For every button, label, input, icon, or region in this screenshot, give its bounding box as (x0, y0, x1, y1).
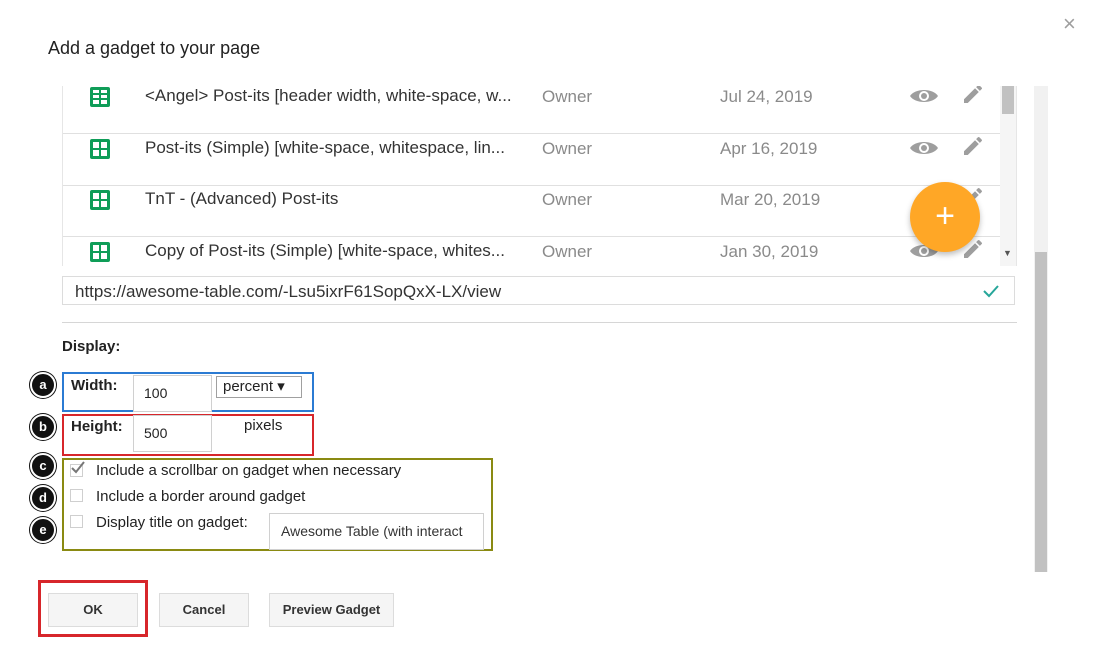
sheets-icon (90, 139, 110, 159)
file-name: Copy of Post-its (Simple) [white-space, … (145, 241, 505, 260)
callout-badge-e: e (30, 517, 56, 543)
file-date: Apr 16, 2019 (720, 139, 818, 158)
add-fab-button[interactable]: + (910, 182, 980, 252)
width-input[interactable]: 100 (133, 375, 212, 412)
file-row[interactable]: TnT - (Advanced) Post-its Owner Mar 20, … (63, 185, 1000, 237)
gadget-title-input[interactable]: Awesome Table (with interact (269, 513, 484, 550)
dialog-title: Add a gadget to your page (48, 38, 261, 58)
scrollbar-checkbox[interactable] (70, 461, 85, 477)
display-title-checkbox[interactable] (70, 515, 83, 528)
close-icon[interactable]: × (1063, 12, 1076, 36)
file-name: TnT - (Advanced) Post-its (145, 189, 339, 208)
file-name: <Angel> Post-its [header width, white-sp… (145, 86, 512, 105)
plus-icon: + (935, 197, 955, 235)
width-unit-select[interactable]: percent ▾ (216, 376, 302, 398)
height-unit-label: pixels (244, 417, 283, 434)
file-owner: Owner (542, 242, 593, 261)
file-name: Post-its (Simple) [white-space, whitespa… (145, 138, 505, 157)
sheets-icon (90, 242, 110, 262)
file-date: Jan 30, 2019 (720, 242, 819, 261)
height-input[interactable]: 500 (133, 415, 212, 452)
dialog-scrollbar-thumb[interactable] (1035, 252, 1047, 572)
file-row[interactable]: <Angel> Post-its [header width, white-sp… (63, 86, 1000, 134)
file-row[interactable]: Copy of Post-its (Simple) [white-space, … (63, 237, 1000, 266)
display-section-label: Display: (62, 338, 121, 355)
eye-icon[interactable] (909, 87, 939, 105)
pencil-icon[interactable] (961, 134, 985, 158)
eye-icon[interactable] (909, 139, 939, 157)
checkmark-icon (983, 285, 999, 298)
preview-gadget-button[interactable]: Preview Gadget (269, 593, 394, 627)
sheets-icon (90, 190, 110, 210)
list-scrollbar-thumb[interactable] (1002, 86, 1014, 114)
file-date: Mar 20, 2019 (720, 190, 821, 209)
url-input[interactable]: https://awesome-table.com/-Lsu5ixrF61Sop… (62, 276, 1015, 305)
pencil-icon[interactable] (961, 86, 985, 106)
file-owner: Owner (542, 190, 593, 209)
check-icon (71, 461, 85, 474)
scrollbar-checkbox-label: Include a scrollbar on gadget when neces… (96, 462, 402, 479)
callout-badge-c: c (30, 453, 56, 479)
sheets-icon (90, 87, 110, 107)
display-title-checkbox-label: Display title on gadget: (96, 514, 248, 531)
cancel-button[interactable]: Cancel (159, 593, 249, 627)
ok-button[interactable]: OK (48, 593, 138, 627)
callout-badge-d: d (30, 485, 56, 511)
height-label: Height: (71, 418, 123, 435)
file-row[interactable]: Post-its (Simple) [white-space, whitespa… (63, 134, 1000, 186)
border-checkbox-label: Include a border around gadget (96, 488, 306, 505)
border-checkbox[interactable] (70, 489, 83, 502)
scroll-down-arrow-icon[interactable]: ▼ (1003, 248, 1012, 258)
callout-badge-a: a (30, 372, 56, 398)
url-value: https://awesome-table.com/-Lsu5ixrF61Sop… (75, 282, 502, 301)
callout-badge-b: b (30, 414, 56, 440)
file-date: Jul 24, 2019 (720, 87, 813, 106)
file-list: <Angel> Post-its [header width, white-sp… (62, 86, 1017, 266)
file-owner: Owner (542, 139, 593, 158)
section-divider (62, 322, 1017, 323)
width-label: Width: (71, 377, 118, 394)
file-owner: Owner (542, 87, 593, 106)
